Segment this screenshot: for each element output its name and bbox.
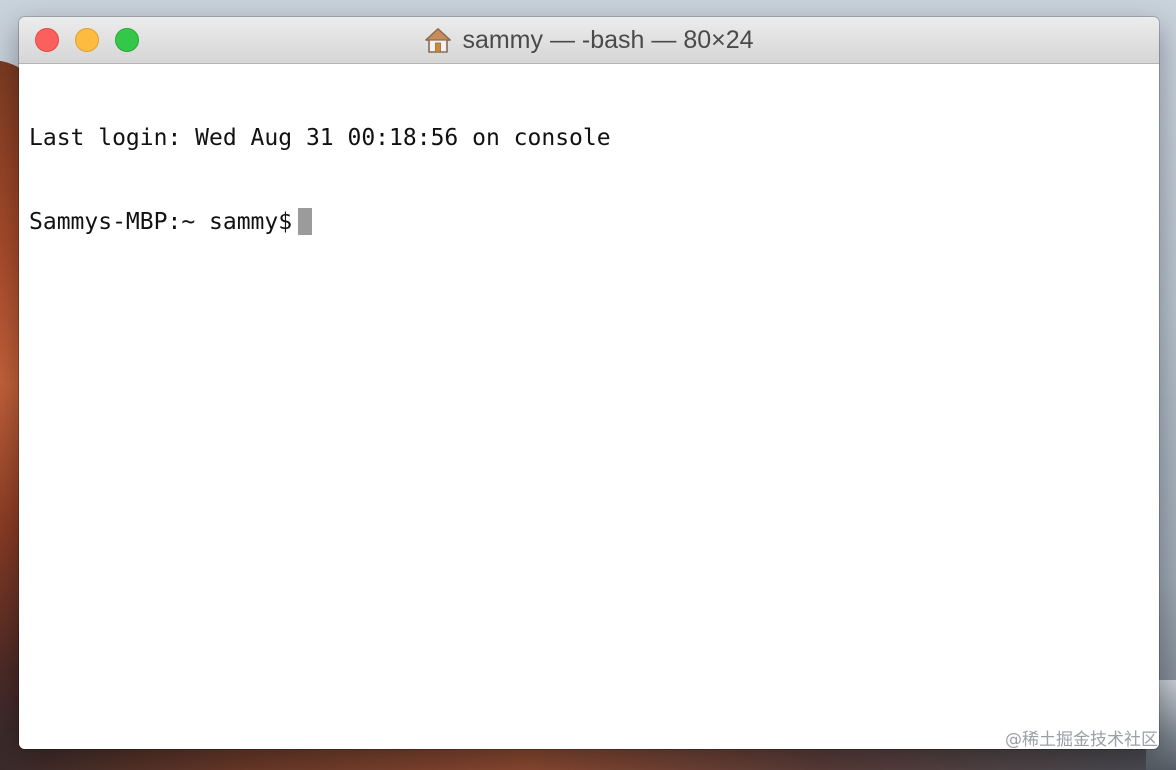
terminal-line-prompt-wrap: Sammys-MBP:~ sammy$ <box>29 208 1149 236</box>
watermark: @稀土掘金技术社区 <box>1005 730 1158 750</box>
home-folder-icon <box>425 28 452 53</box>
title-bar[interactable]: sammy — -bash — 80×24 <box>19 17 1159 64</box>
terminal-window: sammy — -bash — 80×24 Last login: Wed Au… <box>19 17 1159 749</box>
text-cursor <box>298 208 313 235</box>
window-title: sammy — -bash — 80×24 <box>462 25 754 54</box>
terminal-line-login: Last login: Wed Aug 31 00:18:56 on conso… <box>29 125 611 151</box>
window-title-wrap: sammy — -bash — 80×24 <box>19 17 1159 63</box>
terminal-prompt: Sammys-MBP:~ sammy$ <box>29 209 293 235</box>
terminal-output[interactable]: Last login: Wed Aug 31 00:18:56 on conso… <box>19 64 1159 749</box>
